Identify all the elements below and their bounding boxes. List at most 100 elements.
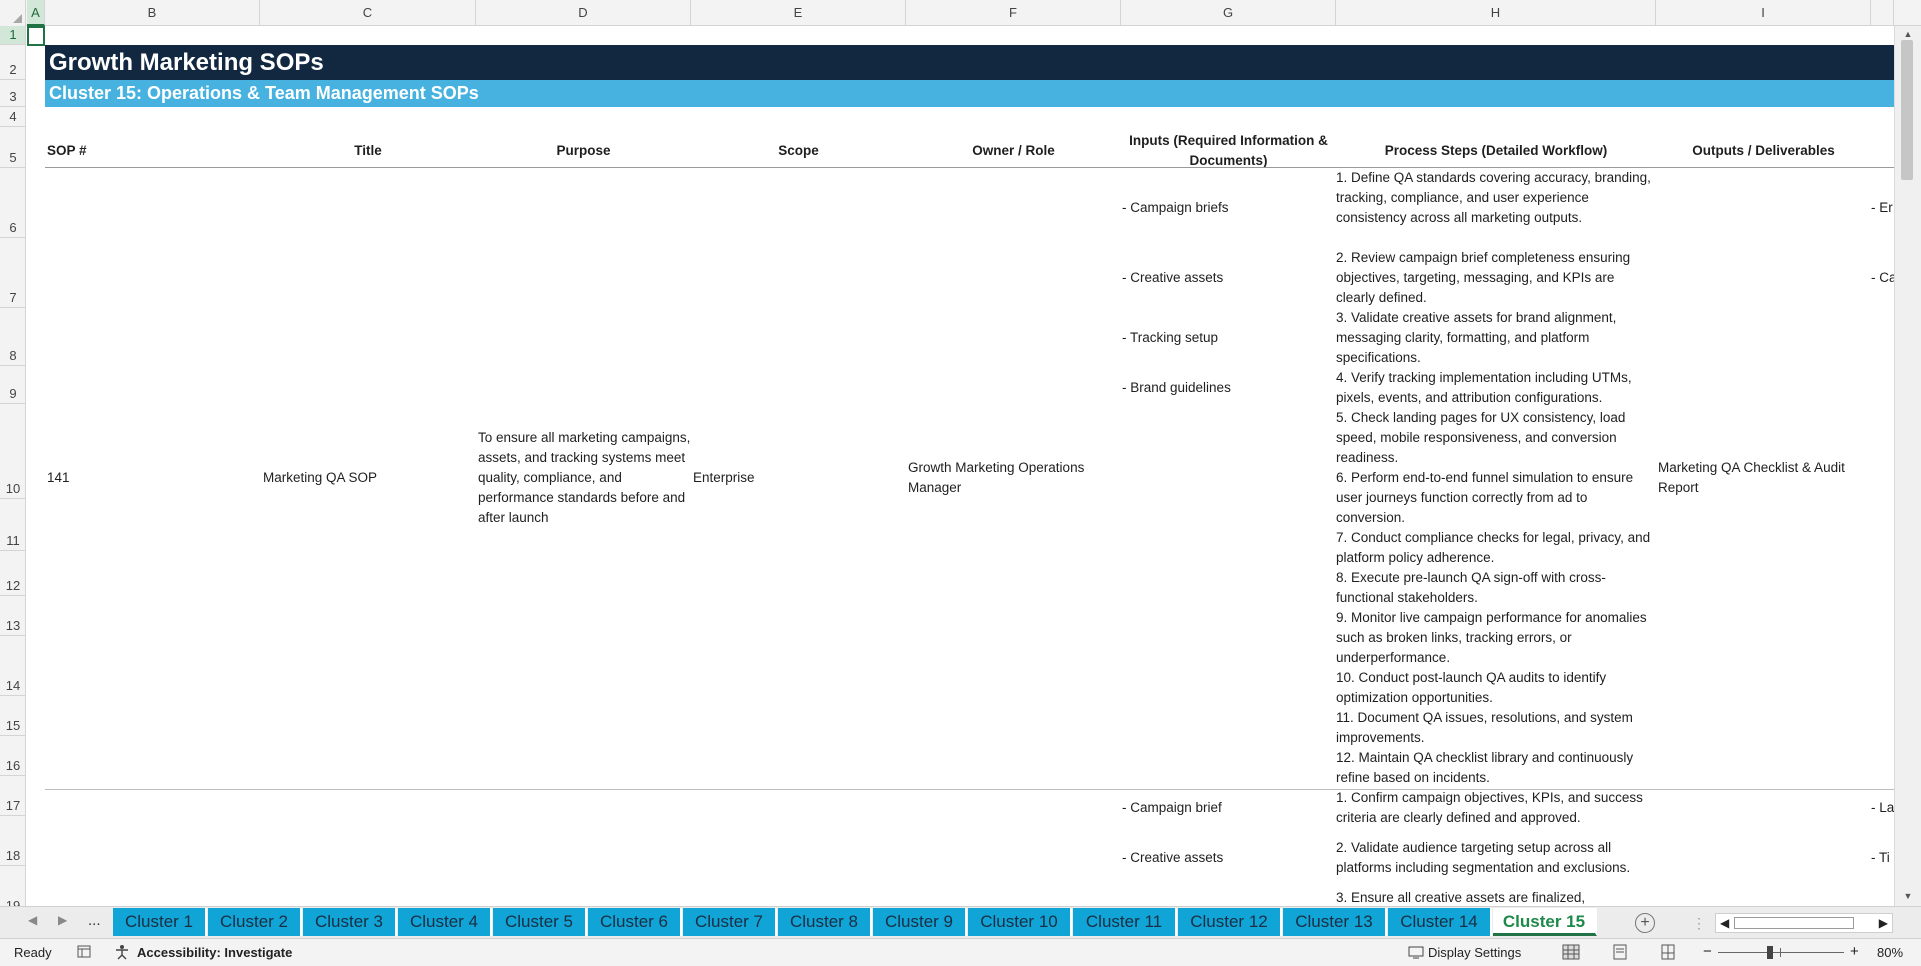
column-header-b[interactable]: B xyxy=(45,0,260,26)
add-sheet-icon[interactable]: + xyxy=(1635,913,1655,933)
prev-sheet-icon[interactable]: ◀ xyxy=(28,913,37,927)
process-step[interactable]: 9. Monitor live campaign performance for… xyxy=(1336,608,1651,668)
tab-cluster-15[interactable]: Cluster 15 xyxy=(1493,908,1597,936)
row-header-19[interactable]: 19 xyxy=(0,866,25,906)
row-header-3[interactable]: 3 xyxy=(0,80,25,107)
tab-cluster-11[interactable]: Cluster 11 xyxy=(1073,908,1177,936)
zoom-out-icon[interactable]: − xyxy=(1703,943,1712,960)
sop-purpose-cell[interactable]: To ensure all marketing campaigns, asset… xyxy=(478,428,691,528)
column-header-i[interactable]: I xyxy=(1656,0,1871,26)
row-header-7[interactable]: 7 xyxy=(0,238,25,308)
row-header-14[interactable]: 14 xyxy=(0,636,25,696)
column-header-c[interactable]: C xyxy=(260,0,476,26)
tab-split-handle[interactable]: ⋮ xyxy=(1692,915,1706,932)
process-step[interactable]: 12. Maintain QA checklist library and co… xyxy=(1336,748,1651,788)
tab-cluster-14[interactable]: Cluster 14 xyxy=(1388,908,1492,936)
page-break-view-icon[interactable] xyxy=(1660,944,1676,960)
macro-record-icon[interactable] xyxy=(76,944,92,960)
sop-title-cell[interactable]: Marketing QA SOP xyxy=(263,468,377,488)
input-item[interactable]: - Creative assets xyxy=(1122,848,1223,868)
scroll-up-icon[interactable]: ▲ xyxy=(1901,28,1915,40)
process-step[interactable]: 2. Review campaign brief completeness en… xyxy=(1336,248,1651,308)
row-header-15[interactable]: 15 xyxy=(0,696,25,736)
column-header-g[interactable]: G xyxy=(1121,0,1336,26)
select-all-corner[interactable] xyxy=(0,0,26,26)
process-step[interactable]: 1. Define QA standards covering accuracy… xyxy=(1336,168,1651,228)
tab-cluster-1[interactable]: Cluster 1 xyxy=(113,908,207,936)
tab-cluster-3[interactable]: Cluster 3 xyxy=(303,908,397,936)
display-settings-icon[interactable] xyxy=(1408,944,1424,960)
row-header-1[interactable]: 1 xyxy=(0,26,25,45)
scroll-left-icon[interactable]: ◀ xyxy=(1720,916,1729,930)
column-header-d[interactable]: D xyxy=(476,0,691,26)
column-header-a[interactable]: A xyxy=(27,0,45,26)
input-item[interactable]: - Tracking setup xyxy=(1122,328,1218,348)
input-item[interactable]: - Brand guidelines xyxy=(1122,378,1231,398)
sop-scope-cell[interactable]: Enterprise xyxy=(693,468,755,488)
row-header-11[interactable]: 11 xyxy=(0,499,25,551)
process-step[interactable]: 5. Check landing pages for UX consistenc… xyxy=(1336,408,1651,468)
scroll-right-icon[interactable]: ▶ xyxy=(1879,916,1888,930)
row-header-5[interactable]: 5 xyxy=(0,127,25,168)
row-header-4[interactable]: 4 xyxy=(0,107,25,127)
vertical-scrollbar[interactable]: ▲ ▼ xyxy=(1894,26,1921,906)
process-step[interactable]: 6. Perform end-to-end funnel simulation … xyxy=(1336,468,1651,528)
tab-cluster-9[interactable]: Cluster 9 xyxy=(873,908,967,936)
sop-number-cell[interactable]: 141 xyxy=(47,468,70,488)
more-sheets-button[interactable]: ... xyxy=(88,912,101,929)
active-cell-a1[interactable] xyxy=(27,26,45,46)
process-step[interactable]: 7. Conduct compliance checks for legal, … xyxy=(1336,528,1651,568)
page-layout-view-icon[interactable] xyxy=(1612,944,1628,960)
tab-cluster-13[interactable]: Cluster 13 xyxy=(1283,908,1387,936)
zoom-slider-knob[interactable] xyxy=(1767,946,1773,959)
process-step[interactable]: 3. Validate creative assets for brand al… xyxy=(1336,308,1651,368)
column-header-e[interactable]: E xyxy=(691,0,906,26)
zoom-slider[interactable] xyxy=(1718,952,1844,953)
zoom-level[interactable]: 80% xyxy=(1877,945,1903,960)
zoom-in-icon[interactable]: + xyxy=(1850,943,1859,960)
vertical-scroll-thumb[interactable] xyxy=(1901,40,1913,180)
output-item-truncated[interactable]: - Ca xyxy=(1871,268,1894,288)
accessibility-status[interactable]: Accessibility: Investigate xyxy=(137,945,292,960)
sop-owner-cell[interactable]: Growth Marketing Operations Manager xyxy=(908,458,1108,498)
display-settings-button[interactable]: Display Settings xyxy=(1428,945,1521,960)
accessibility-icon[interactable] xyxy=(114,944,130,960)
input-item[interactable]: - Campaign brief xyxy=(1122,798,1222,818)
process-step[interactable]: 8. Execute pre-launch QA sign-off with c… xyxy=(1336,568,1651,608)
horizontal-scrollbar[interactable]: ◀ ▶ xyxy=(1715,913,1893,933)
row-header-10[interactable]: 10 xyxy=(0,404,25,499)
row-header-18[interactable]: 18 xyxy=(0,816,25,866)
row-header-9[interactable]: 9 xyxy=(0,366,25,404)
row-header-6[interactable]: 6 xyxy=(0,168,25,238)
tab-cluster-7[interactable]: Cluster 7 xyxy=(683,908,777,936)
row-header-13[interactable]: 13 xyxy=(0,596,25,636)
worksheet-grid[interactable]: Growth Marketing SOPs Cluster 15: Operat… xyxy=(27,26,1894,906)
tab-cluster-8[interactable]: Cluster 8 xyxy=(778,908,872,936)
normal-view-icon[interactable] xyxy=(1562,944,1580,960)
input-item[interactable]: - Creative assets xyxy=(1122,268,1223,288)
output-item-truncated[interactable]: - La xyxy=(1871,798,1894,818)
row-header-12[interactable]: 12 xyxy=(0,551,25,596)
row-header-16[interactable]: 16 xyxy=(0,736,25,776)
process-step[interactable]: 2. Validate audience targeting setup acr… xyxy=(1336,838,1651,878)
process-step[interactable]: 11. Document QA issues, resolutions, and… xyxy=(1336,708,1651,748)
column-header-j[interactable] xyxy=(1871,0,1894,26)
sop-outputs-cell[interactable]: Marketing QA Checklist & Audit Report xyxy=(1658,458,1863,498)
tab-cluster-6[interactable]: Cluster 6 xyxy=(588,908,682,936)
horizontal-scroll-thumb[interactable] xyxy=(1734,917,1854,929)
scroll-down-icon[interactable]: ▼ xyxy=(1901,890,1915,902)
column-header-f[interactable]: F xyxy=(906,0,1121,26)
output-item-truncated[interactable]: - Ti xyxy=(1871,848,1894,868)
output-item-truncated[interactable]: - Er xyxy=(1871,198,1894,218)
input-item[interactable]: - Campaign briefs xyxy=(1122,198,1229,218)
row-header-8[interactable]: 8 xyxy=(0,308,25,366)
column-header-h[interactable]: H xyxy=(1336,0,1656,26)
process-step[interactable]: 1. Confirm campaign objectives, KPIs, an… xyxy=(1336,788,1651,828)
tab-cluster-12[interactable]: Cluster 12 xyxy=(1178,908,1282,936)
tab-cluster-4[interactable]: Cluster 4 xyxy=(398,908,492,936)
next-sheet-icon[interactable]: ▶ xyxy=(58,913,67,927)
tab-cluster-10[interactable]: Cluster 10 xyxy=(968,908,1072,936)
row-header-17[interactable]: 17 xyxy=(0,776,25,816)
process-step[interactable]: 3. Ensure all creative assets are finali… xyxy=(1336,888,1651,906)
row-header-2[interactable]: 2 xyxy=(0,45,25,80)
